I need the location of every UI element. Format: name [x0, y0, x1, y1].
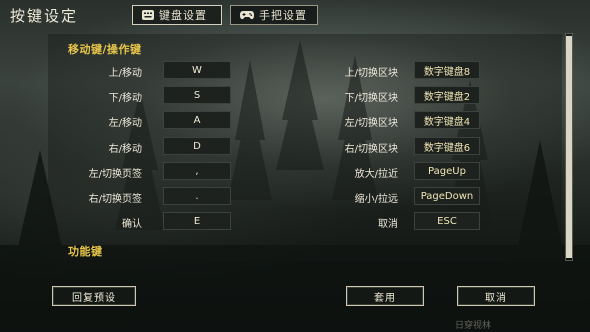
- key-binding-up[interactable]: W: [163, 61, 231, 79]
- binding-label: 左/切换区块: [344, 118, 398, 129]
- key-binding-block-right[interactable]: 数字键盘6: [414, 137, 480, 155]
- apply-button[interactable]: 套用: [346, 286, 424, 306]
- binding-label: 左/移动: [108, 118, 142, 129]
- binding-label: 右/切换区块: [344, 144, 398, 155]
- key-binding-down[interactable]: S: [163, 86, 231, 104]
- tab-label: 手把设置: [259, 9, 307, 22]
- binding-label: 右/切换页签: [88, 194, 142, 205]
- tab-keyboard-settings[interactable]: 键盘设置: [132, 5, 222, 25]
- binding-label: 下/移动: [108, 93, 142, 104]
- binding-label: 放大/拉近: [354, 169, 398, 180]
- window-title: 按键设定: [10, 7, 79, 25]
- footer-hint: 日穿视林: [455, 321, 492, 331]
- binding-label: 右/移动: [108, 144, 142, 155]
- reset-defaults-button[interactable]: 回复预设: [52, 286, 136, 306]
- binding-label: 左/切换页签: [88, 169, 142, 180]
- key-binding-block-down[interactable]: 数字键盘2: [414, 86, 480, 104]
- binding-label: 缩小/拉远: [354, 194, 398, 205]
- binding-label: 下/切换区块: [344, 93, 398, 104]
- binding-label: 取消: [378, 219, 398, 230]
- scrollbar-thumb[interactable]: [566, 36, 572, 258]
- key-binding-zoom-in[interactable]: PageUp: [414, 162, 480, 180]
- cancel-button[interactable]: 取消: [457, 286, 535, 306]
- tab-gamepad-settings[interactable]: 手把设置: [230, 5, 318, 25]
- tab-label: 键盘设置: [159, 9, 207, 22]
- key-binding-block-left[interactable]: 数字键盘4: [414, 111, 480, 129]
- key-binding-next-tab[interactable]: .: [163, 187, 231, 205]
- key-binding-left[interactable]: A: [163, 111, 231, 129]
- binding-label: 确认: [122, 219, 142, 230]
- key-binding-prev-tab[interactable]: ,: [163, 162, 231, 180]
- key-binding-cancel[interactable]: ESC: [414, 212, 480, 230]
- gamepad-icon: [239, 9, 255, 21]
- key-binding-block-up[interactable]: 数字键盘8: [414, 61, 480, 79]
- key-binding-right[interactable]: D: [163, 137, 231, 155]
- binding-label: 上/移动: [108, 68, 142, 79]
- section-title-function: 功能键: [68, 245, 103, 258]
- binding-label: 上/切换区块: [344, 68, 398, 79]
- keyboard-icon: [141, 9, 155, 21]
- key-binding-zoom-out[interactable]: PageDown: [414, 187, 480, 205]
- key-binding-confirm[interactable]: E: [163, 212, 231, 230]
- section-title-movement: 移动键/操作键: [68, 43, 142, 56]
